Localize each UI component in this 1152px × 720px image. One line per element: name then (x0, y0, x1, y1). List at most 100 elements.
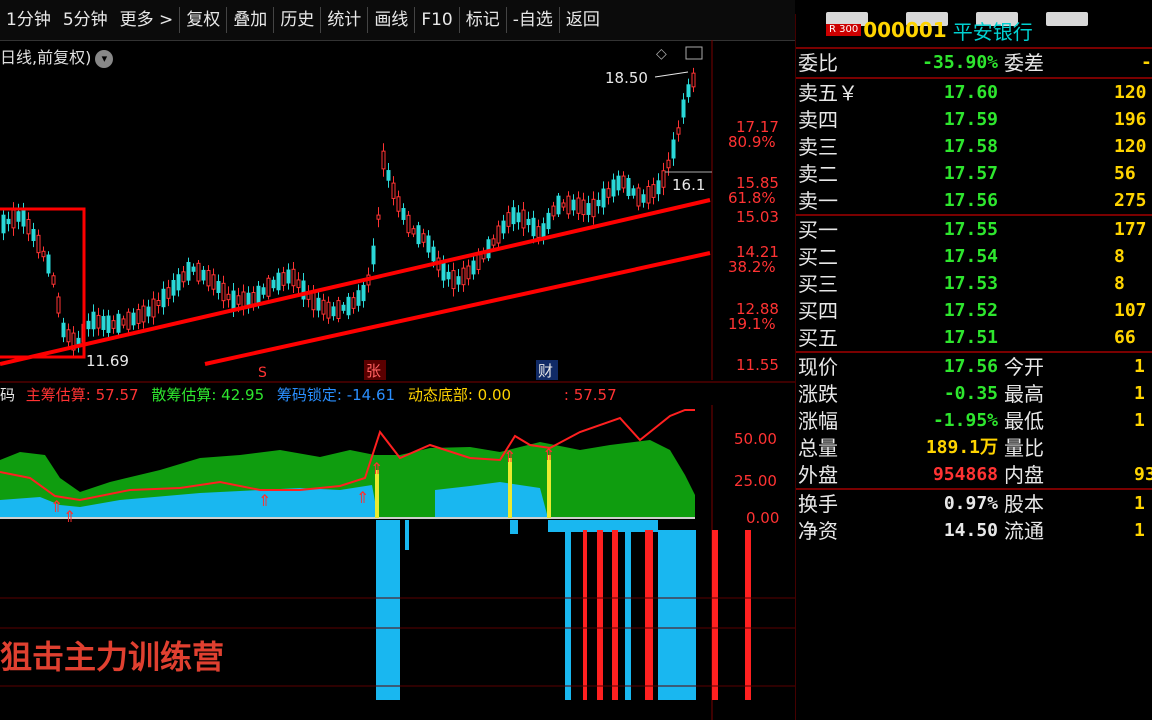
buy-order-label: 买三 (798, 272, 838, 296)
buy-order-volume: 66 (1114, 327, 1136, 348)
stat-row: 外盘 954868 内盘 939 (796, 462, 1152, 488)
candle-body (496, 225, 501, 244)
rights-adjust-button[interactable]: 复权 (180, 5, 226, 35)
stat-value-2: 1 (1134, 383, 1145, 404)
volume-bar (597, 530, 603, 700)
candle-body (151, 298, 156, 318)
stat2-label: 净资 (798, 519, 838, 543)
candle-body (371, 245, 376, 265)
candle-body (121, 318, 126, 326)
stat-label: 外盘 (798, 463, 838, 487)
remove-watchlist-button[interactable]: -自选 (507, 5, 559, 35)
candle-body (681, 99, 686, 118)
f10-button[interactable]: F10 (415, 5, 458, 35)
stat-label: 涨幅 (798, 409, 838, 433)
buy-order-row[interactable]: 买四 17.52 107 (796, 298, 1152, 324)
candle-body (526, 218, 531, 226)
indicator-extra-value: : 57.57 (563, 386, 617, 404)
candle-body (486, 239, 491, 259)
candle-body (211, 274, 216, 290)
candle-body (31, 228, 36, 242)
candle-body (581, 199, 586, 216)
volume-bar (658, 530, 696, 700)
more-periods-button[interactable]: 更多 > (114, 5, 180, 35)
quote-panel: R 300 000001 平安银行 委比 -35.90% 委差 - 卖五￥ 17.… (795, 12, 1152, 720)
candle-body (346, 296, 351, 316)
candle-body (456, 276, 461, 285)
candle-body (331, 306, 336, 317)
indicator-legend: 码 主筹估算: 57.57 散筹估算: 42.95 筹码锁定: -14.61 动… (0, 384, 617, 405)
candle-body (181, 271, 186, 283)
sell-order-row[interactable]: 卖五￥ 17.60 120 (796, 80, 1152, 106)
sell-order-label: 卖一 (798, 189, 838, 213)
statistics-button[interactable]: 统计 (321, 5, 367, 35)
buy-arrow-icon: ⇑ (370, 459, 383, 478)
candle-body (666, 159, 671, 169)
candle-body (396, 196, 401, 212)
stat-value-2: 1 (1134, 356, 1145, 377)
buy-order-row[interactable]: 买五 17.51 66 (796, 325, 1152, 351)
candle-body (196, 262, 201, 282)
price-chart[interactable]: 18.50 11.69 16.1 S 张 财 ◇ 17.1780.9%15.85… (0, 40, 795, 385)
sell-order-row[interactable]: 卖一 17.56 275 (796, 188, 1152, 214)
panel-divider (796, 77, 1152, 79)
sell-order-label: 卖五￥ (798, 81, 858, 105)
candle-body (66, 329, 71, 343)
candle-body (1, 214, 6, 234)
stat-value-2: 1 (1134, 410, 1145, 431)
period-1min-button[interactable]: 1分钟 (0, 5, 57, 35)
sell-order-price: 17.60 (943, 82, 998, 103)
candle-body (36, 234, 41, 254)
candle-body (26, 218, 31, 235)
candle-body (251, 292, 256, 305)
buy-order-price: 17.52 (943, 300, 998, 321)
candle-body (201, 269, 206, 281)
stat-value: 954868 (932, 464, 998, 485)
candle-body (691, 72, 696, 88)
stat-value: -1.95% (932, 410, 998, 431)
candle-body (421, 233, 426, 243)
window-toggle-icon[interactable] (685, 46, 703, 60)
candle-body (661, 170, 666, 188)
sell-order-volume: 120 (1114, 136, 1147, 157)
candle-body (536, 226, 541, 238)
buy-order-row[interactable]: 买三 17.53 8 (796, 271, 1152, 297)
buy-order-volume: 177 (1114, 219, 1147, 240)
candle-body (461, 267, 466, 286)
volume-bar (645, 530, 653, 700)
candle-body (686, 84, 691, 98)
stock-name: 平安银行 (952, 19, 1033, 44)
buy-order-row[interactable]: 买一 17.55 177 (796, 217, 1152, 243)
stat2-value-2: 1 (1134, 520, 1145, 541)
candle-body (186, 261, 191, 281)
sell-order-row[interactable]: 卖四 17.59 196 (796, 107, 1152, 133)
candle-body (261, 287, 266, 295)
candle-body (416, 225, 421, 245)
main-chip-label: 主筹估算: 57.57 (25, 386, 139, 404)
buy-order-price: 17.55 (943, 219, 998, 240)
candle-body (46, 254, 51, 274)
sell-order-price: 17.56 (943, 190, 998, 211)
weicha-label: 委差 (1004, 51, 1044, 75)
period-5min-button[interactable]: 5分钟 (57, 5, 114, 35)
sell-order-price: 17.58 (943, 136, 998, 157)
candle-body (471, 260, 476, 275)
overlay-button[interactable]: 叠加 (227, 5, 273, 35)
sell-order-volume: 120 (1114, 82, 1147, 103)
buy-order-price: 17.54 (943, 246, 998, 267)
sell-order-volume: 196 (1114, 109, 1147, 130)
draw-line-button[interactable]: 画线 (368, 5, 414, 35)
candle-body (506, 212, 511, 227)
sell-order-row[interactable]: 卖三 17.58 120 (796, 134, 1152, 160)
stat2-value: 0.97% (943, 493, 998, 514)
buy-order-row[interactable]: 买二 17.54 8 (796, 244, 1152, 270)
candle-body (636, 187, 641, 207)
back-button[interactable]: 返回 (560, 5, 606, 35)
mark-button[interactable]: 标记 (460, 5, 506, 35)
history-button[interactable]: 历史 (274, 5, 320, 35)
candle-body (11, 209, 16, 229)
volume-bar (712, 530, 718, 700)
watermark-text: 狙击主力训练营 (0, 638, 225, 676)
sell-order-row[interactable]: 卖二 17.57 56 (796, 161, 1152, 187)
diamond-icon[interactable]: ◇ (656, 46, 667, 62)
